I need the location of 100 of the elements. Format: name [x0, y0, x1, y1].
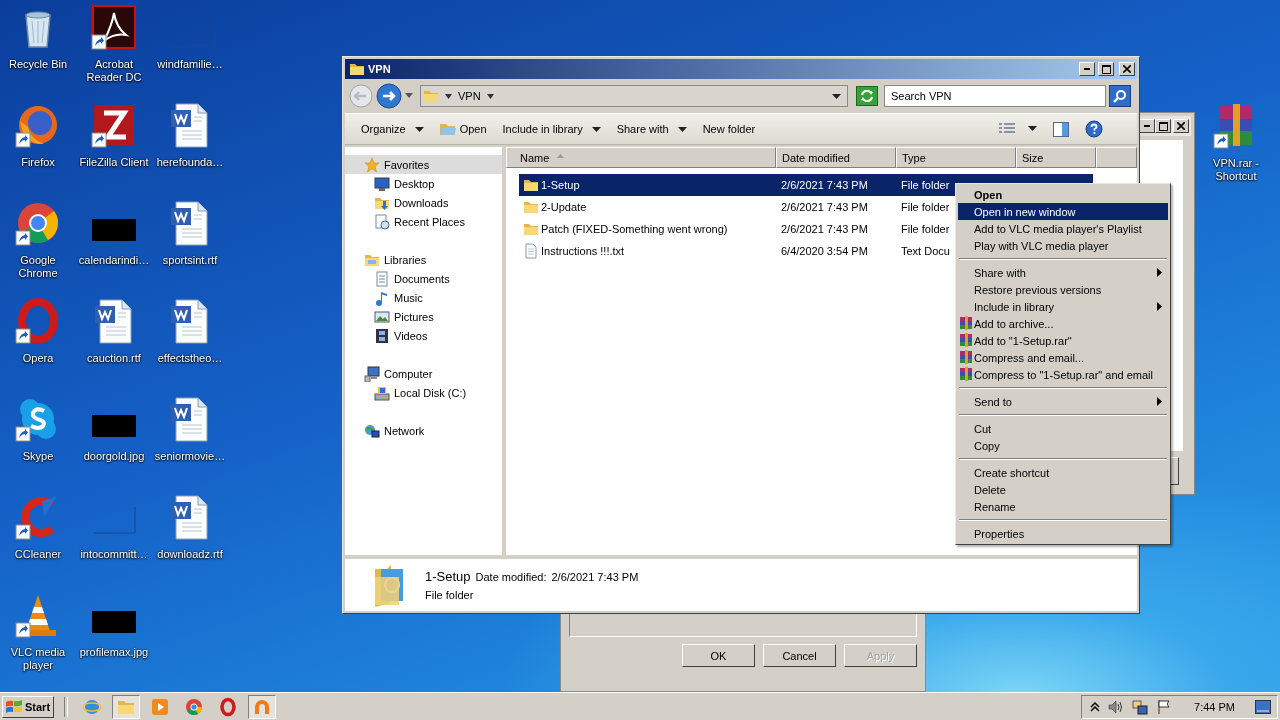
nav-item[interactable]: Desktop — [345, 174, 502, 193]
taskbar-button[interactable] — [112, 694, 140, 719]
column-header[interactable]: Size — [1016, 147, 1096, 168]
maximize-button[interactable] — [1098, 62, 1114, 76]
menu-item[interactable]: Add to "1-Setup.rar" — [958, 332, 1168, 349]
clock[interactable]: 7:44 PM — [1194, 700, 1235, 713]
menu-item[interactable]: Compress to "1-Setup.rar" and email — [958, 366, 1168, 383]
windows-flag-icon — [5, 698, 23, 715]
taskbar-button[interactable] — [248, 694, 276, 719]
breadcrumb-item[interactable]: VPN — [458, 90, 481, 102]
menu-item[interactable]: Open in new window — [958, 203, 1168, 220]
caret-icon — [414, 126, 424, 132]
desktop-icon[interactable]: FileZilla Client — [76, 101, 152, 169]
menu-item[interactable]: Share with — [958, 264, 1168, 281]
menu-item[interactable]: Include in library — [958, 298, 1168, 315]
desktop-icon[interactable]: VLC media player — [0, 591, 76, 672]
desktop-icon[interactable]: Google Chrome — [0, 199, 76, 280]
minimize-button[interactable] — [1079, 62, 1095, 76]
desktop-icon[interactable]: seniormovie… — [152, 395, 228, 463]
menu-item[interactable]: Create shortcut — [958, 464, 1168, 481]
desktop-icon[interactable]: herefounda… — [152, 101, 228, 169]
start-button[interactable]: Start — [2, 695, 54, 718]
column-header[interactable] — [1096, 147, 1137, 168]
folder-icon — [349, 61, 365, 77]
forward-button[interactable] — [376, 83, 402, 109]
nav-item[interactable]: Music — [345, 288, 502, 307]
dialog-button[interactable]: OK — [682, 644, 755, 667]
search-field[interactable]: Search VPN — [884, 85, 1106, 107]
desktop-icon[interactable]: profilemax.jpg — [76, 591, 152, 659]
desktop-icon[interactable]: calendarindi… — [76, 199, 152, 267]
toolbar-button[interactable]: Share with — [608, 117, 695, 141]
nav-item[interactable]: Recent Places — [345, 212, 502, 231]
toolbar-button[interactable]: Organize — [353, 117, 432, 141]
ring-icon — [218, 696, 238, 717]
menu-item[interactable]: Delete — [958, 481, 1168, 498]
refresh-button[interactable] — [856, 86, 878, 106]
desktop-icon[interactable]: Opera — [0, 297, 76, 365]
toolbar-button[interactable]: New folder — [694, 117, 764, 141]
computer-icon — [364, 365, 380, 382]
caret-icon[interactable] — [486, 92, 494, 100]
music-note-icon — [374, 289, 390, 306]
film-icon — [374, 327, 390, 344]
nav-item[interactable]: Documents — [345, 269, 502, 288]
desktop-icon[interactable]: Recycle Bin — [0, 3, 76, 71]
desktop-icon[interactable]: sportsint.rtf — [152, 199, 228, 267]
view-icon[interactable] — [998, 122, 1016, 136]
flag-icon[interactable] — [1156, 698, 1173, 715]
archive-icon — [959, 316, 973, 330]
address-bar[interactable]: VPN — [420, 85, 848, 107]
menu-item[interactable]: Restore previous versions — [958, 281, 1168, 298]
nav-item[interactable]: Favorites — [345, 155, 502, 174]
menu-item[interactable]: Properties — [958, 525, 1168, 542]
menu-item[interactable]: Compress and email... — [958, 349, 1168, 366]
nav-item[interactable]: Downloads — [345, 193, 502, 212]
column-header[interactable]: Date modified — [776, 147, 896, 168]
menu-item[interactable]: Add to archive... — [958, 315, 1168, 332]
desktop-icon[interactable]: doorgold.jpg — [76, 395, 152, 463]
nav-item[interactable]: Computer — [345, 364, 502, 383]
dropdown-icon[interactable] — [832, 92, 841, 100]
desktop-icon[interactable]: Skype — [0, 395, 76, 463]
nav-item[interactable]: Videos — [345, 326, 502, 345]
nav-item[interactable]: Network — [345, 421, 502, 440]
maximize-button[interactable] — [1155, 119, 1171, 133]
caret-icon[interactable] — [1028, 126, 1037, 132]
column-header[interactable]: Name — [506, 147, 776, 168]
menu-item[interactable]: Send to — [958, 393, 1168, 410]
help-icon[interactable] — [1085, 120, 1103, 138]
search-button[interactable] — [1109, 85, 1131, 107]
submenu-arrow-icon — [1157, 302, 1162, 311]
desktop-icon[interactable]: effectstheo… — [152, 297, 228, 365]
show-desktop-icon[interactable] — [1255, 699, 1271, 714]
desktop-icon[interactable]: downloadz.rtf — [152, 493, 228, 561]
drive-icon — [374, 384, 390, 401]
chevron-icon[interactable] — [1090, 700, 1101, 713]
close-button[interactable] — [1173, 119, 1189, 133]
menu-item[interactable]: Copy — [958, 437, 1168, 454]
column-header[interactable]: Type — [896, 147, 1016, 168]
dialog-button[interactable]: Cancel — [763, 644, 836, 667]
speaker-icon[interactable] — [1108, 698, 1125, 715]
menu-item[interactable]: Rename — [958, 498, 1168, 515]
archive-icon — [959, 350, 973, 364]
network-icon[interactable] — [1132, 698, 1149, 715]
nav-item[interactable]: Local Disk (C:) — [345, 383, 502, 402]
toolbar-button[interactable]: Include in library — [494, 117, 609, 141]
caret-icon[interactable] — [445, 92, 452, 100]
desktop-icon[interactable]: Acrobat Reader DC — [76, 3, 152, 84]
close-button[interactable] — [1119, 62, 1135, 76]
desktop-icon[interactable]: Firefox — [0, 101, 76, 169]
menu-item[interactable]: Cut — [958, 420, 1168, 437]
menu-item[interactable]: Add to VLC media player's Playlist — [958, 220, 1168, 237]
desktop-icon[interactable]: VPN.rar - Shortcut — [1198, 102, 1274, 183]
desktop-icon[interactable]: cauction.rtf — [76, 297, 152, 365]
toolbar-button[interactable]: Open — [431, 117, 495, 141]
desktop-icon[interactable]: windfamilie… — [152, 3, 228, 71]
desktop-icon[interactable]: intocommitt… — [76, 493, 152, 561]
menu-item[interactable]: Play with VLC media player — [958, 237, 1168, 254]
desktop-icon[interactable]: CCleaner — [0, 493, 76, 561]
preview-pane-icon[interactable] — [1053, 121, 1069, 137]
nav-item[interactable]: Libraries — [345, 250, 502, 269]
nav-item[interactable]: Pictures — [345, 307, 502, 326]
